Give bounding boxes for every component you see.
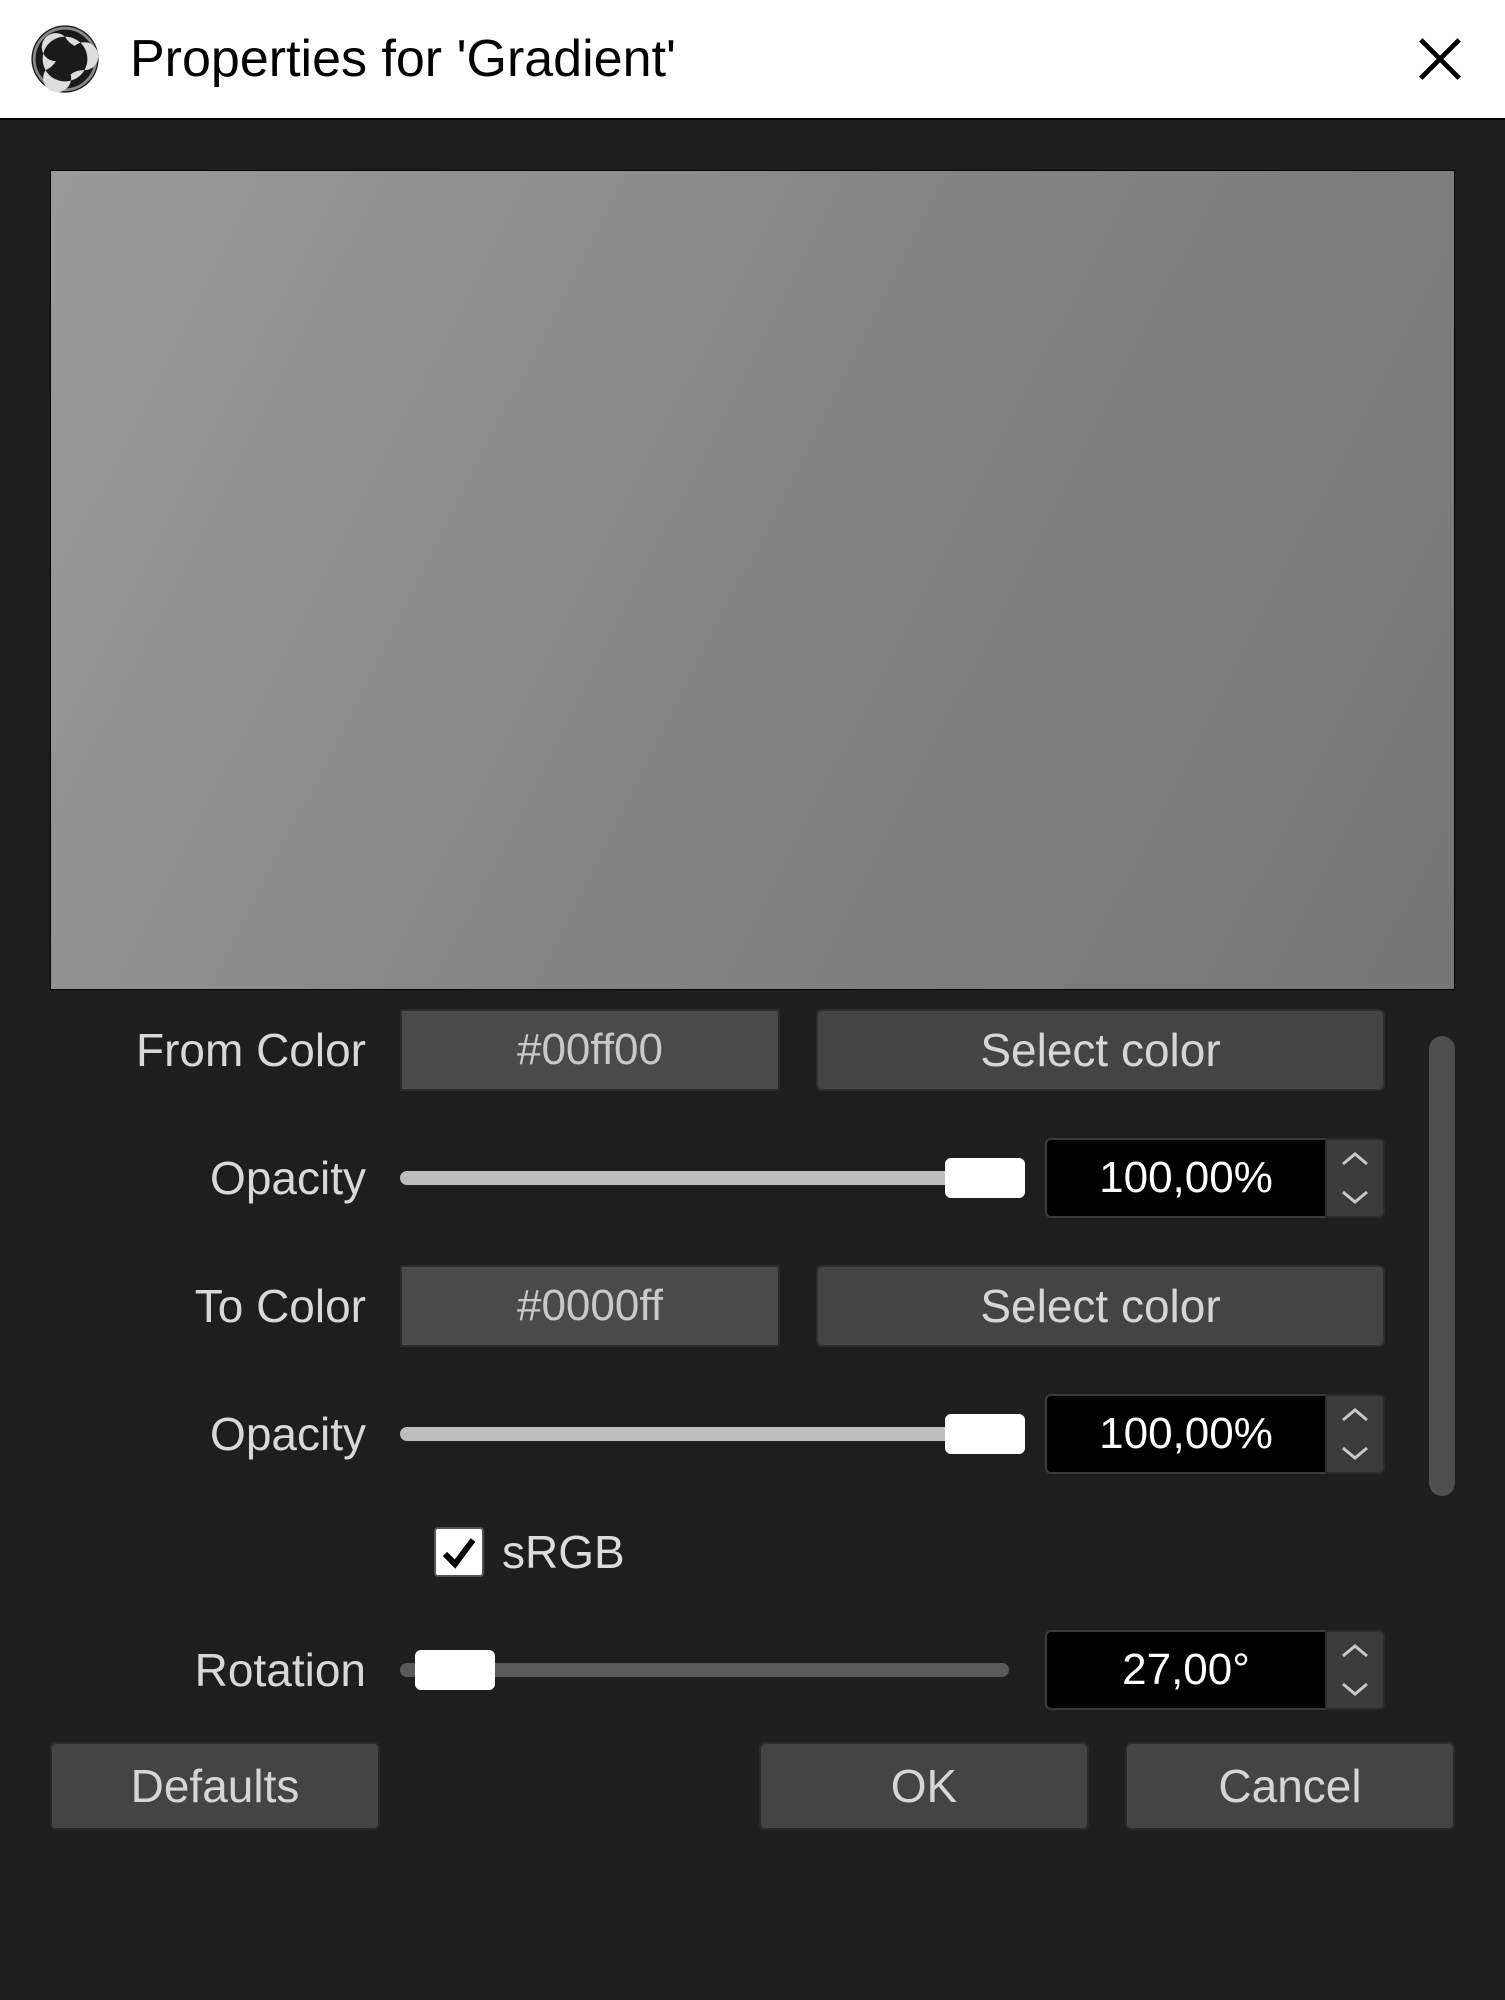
- titlebar: Properties for 'Gradient': [0, 0, 1505, 120]
- rotation-row: Rotation 27,00°: [50, 1630, 1385, 1710]
- properties-dialog: Properties for 'Gradient' From Color #00…: [0, 0, 1505, 2000]
- close-button[interactable]: [1405, 24, 1475, 94]
- rotation-label: Rotation: [50, 1643, 400, 1697]
- chevron-down-icon: [1341, 1188, 1369, 1206]
- opacity2-spinner: 100,00%: [1045, 1394, 1385, 1474]
- opacity1-row: Opacity 100,00%: [50, 1138, 1385, 1218]
- from-color-row: From Color #00ff00 Select color: [50, 1010, 1385, 1090]
- rotation-spinner: 27,00°: [1045, 1630, 1385, 1710]
- opacity1-step-up[interactable]: [1327, 1140, 1383, 1178]
- opacity2-slider-thumb[interactable]: [945, 1414, 1025, 1454]
- opacity1-slider-thumb[interactable]: [945, 1158, 1025, 1198]
- opacity2-value[interactable]: 100,00%: [1045, 1394, 1325, 1474]
- rotation-step-down[interactable]: [1327, 1670, 1383, 1708]
- dialog-footer: Defaults OK Cancel: [50, 1742, 1455, 1830]
- to-color-value: #0000ff: [517, 1281, 663, 1331]
- to-color-swatch[interactable]: #0000ff: [400, 1265, 780, 1347]
- opacity2-step-down[interactable]: [1327, 1434, 1383, 1472]
- from-color-label: From Color: [50, 1023, 400, 1077]
- chevron-down-icon: [1341, 1680, 1369, 1698]
- chevron-down-icon: [1341, 1444, 1369, 1462]
- rotation-value[interactable]: 27,00°: [1045, 1630, 1325, 1710]
- close-icon: [1416, 35, 1464, 83]
- properties-inner: From Color #00ff00 Select color Opacity: [50, 1010, 1421, 1710]
- opacity1-spinner: 100,00%: [1045, 1138, 1385, 1218]
- opacity2-row: Opacity 100,00%: [50, 1394, 1385, 1474]
- to-color-label: To Color: [50, 1279, 400, 1333]
- dialog-body: From Color #00ff00 Select color Opacity: [0, 120, 1505, 2000]
- srgb-label: sRGB: [502, 1525, 625, 1579]
- from-select-color-button[interactable]: Select color: [816, 1009, 1385, 1091]
- opacity1-step-down[interactable]: [1327, 1178, 1383, 1216]
- cancel-button[interactable]: Cancel: [1125, 1742, 1455, 1830]
- chevron-up-icon: [1341, 1642, 1369, 1660]
- chevron-up-icon: [1341, 1406, 1369, 1424]
- to-select-color-button[interactable]: Select color: [816, 1265, 1385, 1347]
- chevron-up-icon: [1341, 1150, 1369, 1168]
- from-color-value: #00ff00: [517, 1025, 663, 1075]
- rotation-slider[interactable]: [400, 1663, 1009, 1677]
- from-color-swatch[interactable]: #00ff00: [400, 1009, 780, 1091]
- defaults-button[interactable]: Defaults: [50, 1742, 380, 1830]
- opacity1-slider[interactable]: [400, 1171, 1009, 1185]
- srgb-row: sRGB: [50, 1522, 1385, 1582]
- opacity1-label: Opacity: [50, 1151, 400, 1205]
- properties-panel: From Color #00ff00 Select color Opacity: [50, 1010, 1455, 1710]
- window-title: Properties for 'Gradient': [130, 29, 1405, 89]
- rotation-slider-thumb[interactable]: [415, 1650, 495, 1690]
- properties-scrollbar[interactable]: [1429, 1010, 1455, 1710]
- opacity2-label: Opacity: [50, 1407, 400, 1461]
- to-color-row: To Color #0000ff Select color: [50, 1266, 1385, 1346]
- opacity2-slider[interactable]: [400, 1427, 1009, 1441]
- obs-icon: [30, 24, 100, 94]
- opacity1-value[interactable]: 100,00%: [1045, 1138, 1325, 1218]
- scrollbar-thumb[interactable]: [1429, 1036, 1455, 1496]
- gradient-preview: [50, 170, 1455, 990]
- srgb-checkbox[interactable]: [434, 1527, 484, 1577]
- opacity2-step-up[interactable]: [1327, 1396, 1383, 1434]
- rotation-step-up[interactable]: [1327, 1632, 1383, 1670]
- check-icon: [439, 1532, 479, 1572]
- ok-button[interactable]: OK: [759, 1742, 1089, 1830]
